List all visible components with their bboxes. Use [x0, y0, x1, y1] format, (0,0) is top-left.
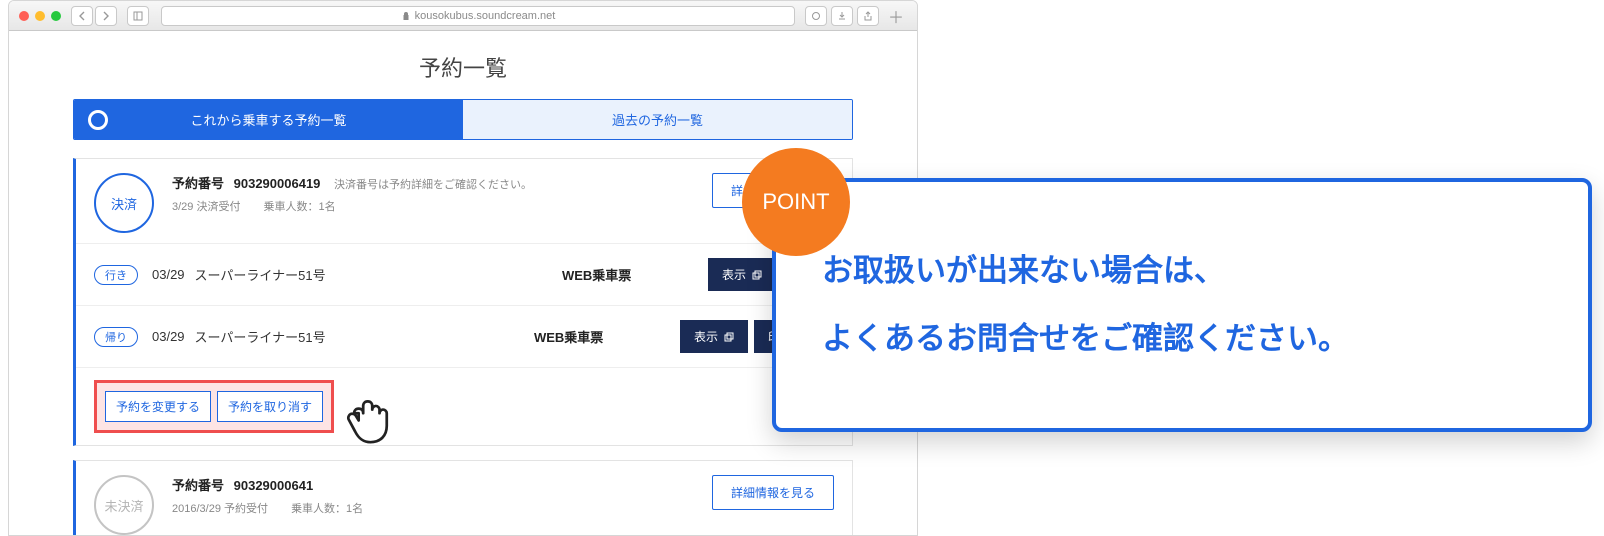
trip-date: 03/29: [152, 267, 185, 282]
change-reservation-button[interactable]: 予約を変更する: [105, 391, 211, 422]
trip-name: スーパーライナー51号: [195, 327, 326, 346]
url-text: kousokubus.soundcream.net: [415, 10, 556, 22]
reservation-number-line: 予約番号 903290006419 決済番号は予約詳細をご確認ください。: [172, 173, 712, 192]
passenger-count: 乗車人数：1名: [291, 503, 363, 515]
reservation-tabs: これから乗車する予約一覧 過去の予約一覧: [73, 99, 853, 140]
forward-button[interactable]: [95, 6, 117, 26]
direction-pill: 行き: [94, 265, 138, 285]
callout-line-1: お取扱いが出来ない場合は、: [822, 246, 1542, 296]
ticket-label: WEB乗車票: [534, 327, 654, 346]
popup-icon: [724, 332, 734, 342]
tab-past[interactable]: 過去の予約一覧: [463, 100, 852, 139]
toolbar-right: [805, 6, 881, 26]
downloads-button[interactable]: [831, 6, 853, 26]
new-tab-button[interactable]: ＋: [885, 6, 907, 26]
callout-line-2: よくあるお問合せをご確認ください。: [822, 314, 1542, 364]
reservation-header: 決済 予約番号 903290006419 決済番号は予約詳細をご確認ください。 …: [76, 159, 852, 244]
point-badge: POINT: [742, 148, 850, 256]
passenger-count: 乗車人数：1名: [264, 201, 336, 213]
callout-box: お取扱いが出来ない場合は、 よくあるお問合せをご確認ください。: [772, 178, 1592, 432]
receipt-date: 2016/3/29 予約受付: [172, 503, 268, 515]
tab-upcoming[interactable]: これから乗車する予約一覧: [74, 100, 463, 139]
receipt-date: 3/29 決済受付: [172, 201, 240, 213]
trip-row-return: 帰り 03/29 スーパーライナー51号 WEB乗車票 表示 印刷用: [76, 306, 852, 368]
window-controls: [19, 11, 61, 21]
cancel-reservation-button[interactable]: 予約を取り消す: [217, 391, 323, 422]
payment-status-badge: 未決済: [94, 475, 154, 535]
share-button[interactable]: [857, 6, 879, 26]
sidebar-toggle-button[interactable]: [127, 6, 149, 26]
reservation-header: 未決済 予約番号 90329000641 2016/3/29 予約受付 乗車人数…: [76, 461, 852, 536]
pointer-cursor-icon: [336, 386, 394, 449]
trip-name: スーパーライナー51号: [195, 265, 326, 284]
detail-button[interactable]: 詳細情報を見る: [712, 475, 834, 510]
trip-date: 03/29: [152, 329, 185, 344]
reservation-card: 決済 予約番号 903290006419 決済番号は予約詳細をご確認ください。 …: [73, 158, 853, 446]
point-callout: POINT お取扱いが出来ない場合は、 よくあるお問合せをご確認ください。: [772, 178, 1592, 432]
show-ticket-button[interactable]: 表示: [680, 320, 748, 353]
payment-status-badge: 決済: [94, 173, 154, 233]
direction-pill: 帰り: [94, 327, 138, 347]
ticket-label: WEB乗車票: [562, 265, 682, 284]
reservation-actions: 予約を変更する 予約を取り消す: [76, 368, 852, 445]
reservation-number-line: 予約番号 90329000641: [172, 475, 712, 494]
show-ticket-button[interactable]: 表示: [708, 258, 776, 291]
highlighted-actions: 予約を変更する 予約を取り消す: [94, 380, 334, 433]
trip-row-outbound: 行き 03/29 スーパーライナー51号 WEB乗車票 表示 印刷: [76, 244, 852, 306]
popup-icon: [752, 270, 762, 280]
reader-button[interactable]: [805, 6, 827, 26]
address-bar[interactable]: kousokubus.soundcream.net: [161, 6, 795, 26]
nav-buttons: [71, 6, 119, 26]
browser-titlebar: kousokubus.soundcream.net ＋: [9, 1, 917, 31]
minimize-window-button[interactable]: [35, 11, 45, 21]
back-button[interactable]: [71, 6, 93, 26]
lock-icon: [401, 11, 411, 21]
close-window-button[interactable]: [19, 11, 29, 21]
page-title: 予約一覧: [9, 41, 917, 99]
maximize-window-button[interactable]: [51, 11, 61, 21]
reservation-card: 未決済 予約番号 90329000641 2016/3/29 予約受付 乗車人数…: [73, 460, 853, 536]
